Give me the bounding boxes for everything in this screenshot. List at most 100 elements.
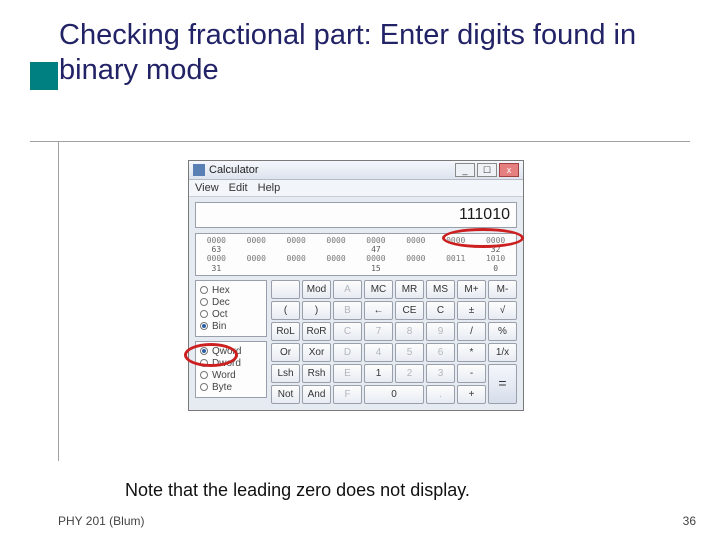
btn-rparen[interactable]: ) [302,301,331,320]
btn-add[interactable]: + [457,385,486,404]
radio-icon [200,383,208,391]
bit-index: 47 [360,245,393,254]
calculator-window: Calculator _ ☐ x View Edit Help 111010 0… [188,160,524,411]
radio-icon [200,286,208,294]
menu-edit[interactable]: Edit [229,182,248,194]
btn-backspace[interactable]: ← [364,301,393,320]
bit-nibble: 0011 [439,254,472,263]
bit-nibble: 0000 [320,254,353,263]
btn-a[interactable]: A [333,280,362,299]
btn-blank[interactable] [271,280,300,299]
note-text: Note that the leading zero does not disp… [125,480,470,501]
bit-nibble: 0000 [200,236,233,245]
btn-rol[interactable]: RoL [271,322,300,341]
btn-and[interactable]: And [302,385,331,404]
btn-d[interactable]: D [333,343,362,362]
btn-9[interactable]: 9 [426,322,455,341]
btn-mminus[interactable]: M- [488,280,517,299]
btn-8[interactable]: 8 [395,322,424,341]
btn-reciprocal[interactable]: 1/x [488,343,517,362]
radio-label: Dec [212,297,230,308]
radio-label: Byte [212,382,232,393]
minimize-button[interactable]: _ [455,163,475,177]
btn-7[interactable]: 7 [364,322,393,341]
radio-oct[interactable]: Oct [200,309,262,320]
bit-index [320,264,353,273]
calculator-icon [193,164,205,176]
radio-dec[interactable]: Dec [200,297,262,308]
base-selector: Hex Dec Oct Bin [195,280,267,337]
btn-not[interactable]: Not [271,385,300,404]
bit-nibble: 0000 [399,236,432,245]
btn-xor[interactable]: Xor [302,343,331,362]
footer-left: PHY 201 (Blum) [58,514,144,528]
bit-index [240,264,273,273]
bit-index: 31 [200,264,233,273]
btn-rsh[interactable]: Rsh [302,364,331,383]
close-button[interactable]: x [499,163,519,177]
btn-ror[interactable]: RoR [302,322,331,341]
radio-qword[interactable]: Qword [200,346,262,357]
btn-b[interactable]: B [333,301,362,320]
btn-hex-c[interactable]: C [333,322,362,341]
btn-c[interactable]: C [426,301,455,320]
btn-plusminus[interactable]: ± [457,301,486,320]
btn-lparen[interactable]: ( [271,301,300,320]
btn-mod[interactable]: Mod [302,280,331,299]
menubar: View Edit Help [189,180,523,197]
menu-help[interactable]: Help [258,182,281,194]
radio-label: Oct [212,309,228,320]
btn-3[interactable]: 3 [426,364,455,383]
maximize-button[interactable]: ☐ [477,163,497,177]
bit-index [439,245,472,254]
bit-index [399,245,432,254]
btn-2[interactable]: 2 [395,364,424,383]
btn-0[interactable]: 0 [364,385,424,404]
btn-5[interactable]: 5 [395,343,424,362]
bit-nibble: 1010 [479,254,512,263]
btn-ms[interactable]: MS [426,280,455,299]
btn-divide[interactable]: / [457,322,486,341]
bit-nibble: 0000 [439,236,472,245]
bit-index [399,264,432,273]
btn-f[interactable]: F [333,385,362,404]
btn-1[interactable]: 1 [364,364,393,383]
btn-4[interactable]: 4 [364,343,393,362]
btn-e[interactable]: E [333,364,362,383]
btn-subtract[interactable]: - [457,364,486,383]
page-number: 36 [683,514,696,528]
bit-nibble: 0000 [360,254,393,263]
radio-hex[interactable]: Hex [200,285,262,296]
radio-bin[interactable]: Bin [200,321,262,332]
bit-nibble: 0000 [479,236,512,245]
radio-dword[interactable]: Dword [200,358,262,369]
decor-line-vertical [58,141,59,461]
btn-sqrt[interactable]: √ [488,301,517,320]
btn-or[interactable]: Or [271,343,300,362]
btn-mplus[interactable]: M+ [457,280,486,299]
display: 111010 [195,202,517,228]
bit-nibble: 0000 [360,236,393,245]
btn-lsh[interactable]: Lsh [271,364,300,383]
bit-index [240,245,273,254]
menu-view[interactable]: View [195,182,219,194]
bit-index [439,264,472,273]
bit-index [280,245,313,254]
btn-mr[interactable]: MR [395,280,424,299]
button-grid: Mod A MC MR MS M+ M- ( ) B ← CE C ± √ Ro… [271,280,517,404]
radio-byte[interactable]: Byte [200,382,262,393]
btn-percent[interactable]: % [488,322,517,341]
titlebar[interactable]: Calculator _ ☐ x [189,161,523,180]
btn-mc[interactable]: MC [364,280,393,299]
btn-dot[interactable]: . [426,385,455,404]
decor-line-horizontal [30,141,690,142]
btn-6[interactable]: 6 [426,343,455,362]
btn-equals[interactable]: = [488,364,517,404]
btn-multiply[interactable]: * [457,343,486,362]
radio-word[interactable]: Word [200,370,262,381]
bit-nibble: 0000 [200,254,233,263]
bit-nibble: 0000 [399,254,432,263]
btn-ce[interactable]: CE [395,301,424,320]
window-title: Calculator [209,164,455,176]
radio-icon [200,371,208,379]
